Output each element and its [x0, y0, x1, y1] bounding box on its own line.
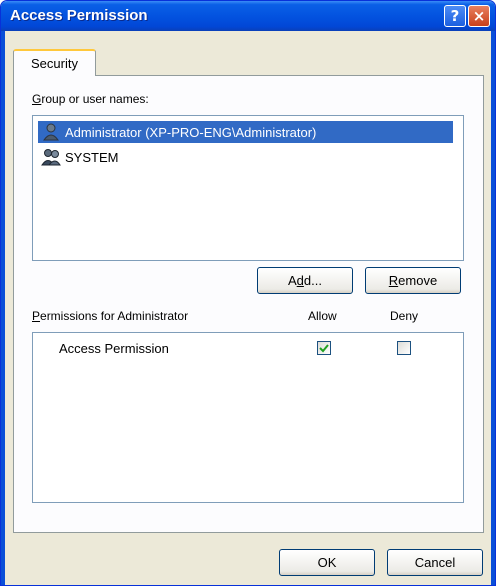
tab-security[interactable]: Security [13, 49, 96, 76]
window-border-left [1, 31, 5, 585]
tab-security-label: Security [31, 56, 78, 71]
list-item-administrator[interactable]: Administrator (XP-PRO-ENG\Administrator) [38, 121, 453, 143]
close-button[interactable]: × [468, 5, 490, 27]
title-bar[interactable]: Access Permission ? × [1, 1, 495, 31]
dialog-window: Access Permission ? × Security Group or … [0, 0, 496, 586]
deny-column-header: Deny [390, 309, 419, 323]
cancel-button[interactable]: Cancel [387, 549, 483, 576]
check-icon [319, 344, 329, 353]
permissions-label: Permissions for Administrator [32, 309, 189, 323]
list-item-label: Administrator (XP-PRO-ENG\Administrator) [65, 124, 317, 140]
deny-checkbox[interactable] [397, 341, 411, 355]
group-user-listbox[interactable]: Administrator (XP-PRO-ENG\Administrator)… [32, 115, 464, 261]
list-item-system[interactable]: SYSTEM [38, 146, 458, 168]
allow-checkbox[interactable] [317, 341, 331, 355]
allow-column-header: Allow [308, 309, 337, 323]
help-icon: ? [450, 7, 460, 25]
ok-button[interactable]: OK [279, 549, 375, 576]
group-list-label: Group or user names: [32, 92, 149, 106]
add-button[interactable]: Ad d... [257, 267, 353, 294]
list-item-label: SYSTEM [65, 149, 119, 165]
close-icon: × [472, 7, 486, 25]
remove-button[interactable]: Remove [365, 267, 461, 294]
user-icon [41, 123, 61, 141]
permission-row-label: Access Permission [59, 341, 169, 356]
permissions-listbox[interactable] [32, 332, 464, 503]
window-title: Access Permission [10, 7, 148, 24]
window-border-right [491, 31, 495, 585]
group-icon [41, 148, 61, 166]
help-button[interactable]: ? [444, 5, 466, 27]
